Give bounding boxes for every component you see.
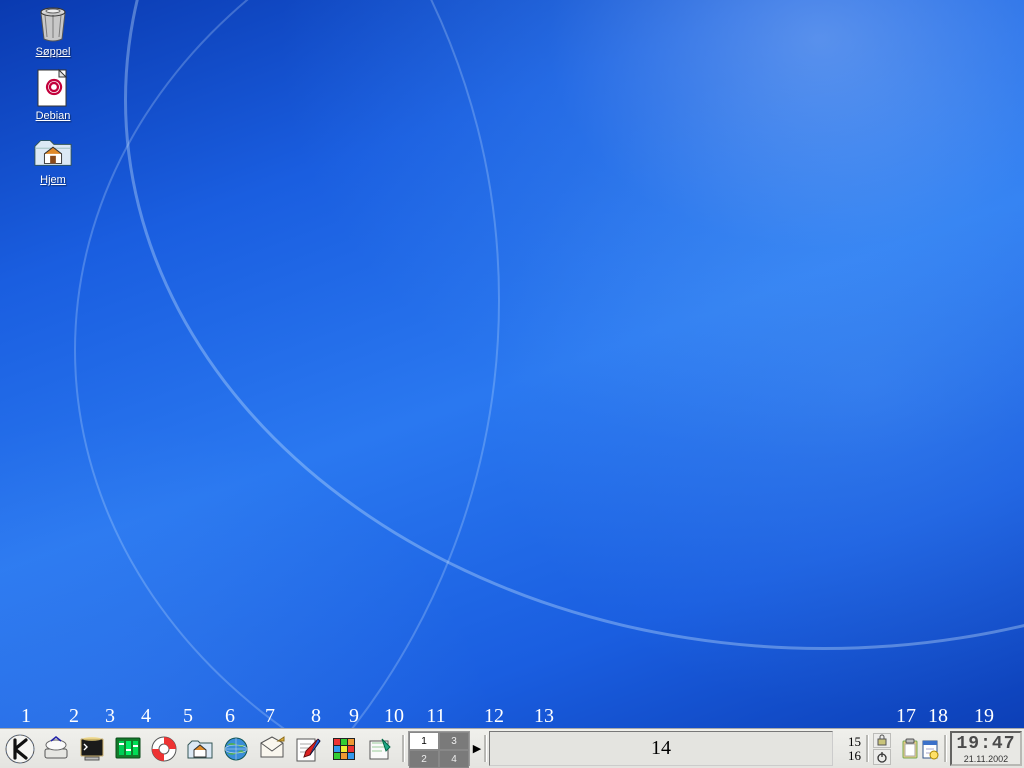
lock-logout-stack [873, 733, 891, 765]
control-center-icon [114, 735, 142, 763]
clock-applet[interactable]: 19:47 21.11.2002 [950, 731, 1022, 766]
logout-button[interactable] [873, 749, 891, 765]
calendar-icon [921, 738, 939, 760]
globe-icon [222, 735, 250, 763]
taskbar: 1 3 2 4 ▶ 14 15 16 [0, 728, 1024, 768]
terminal-icon [78, 735, 106, 763]
desktop-icon-label: Søppel [36, 46, 71, 58]
home-folder-button[interactable] [184, 733, 216, 765]
pager-cell-4[interactable]: 4 [439, 750, 469, 768]
launcher-row [0, 729, 400, 768]
tools-icon [366, 735, 394, 763]
annotation-number: 14 [651, 737, 671, 760]
help-button[interactable] [148, 733, 180, 765]
lifebuoy-icon [150, 735, 178, 763]
web-browser-button[interactable] [220, 733, 252, 765]
debian-icon [33, 68, 73, 108]
klipper-button[interactable] [901, 733, 919, 765]
trash-icon [33, 4, 73, 44]
desktop-icon-label: Debian [36, 110, 71, 122]
system-tray [870, 729, 942, 768]
korganizer-button[interactable] [921, 733, 939, 765]
k-menu-button[interactable] [4, 733, 36, 765]
home-folder-icon [186, 735, 214, 763]
kde-k-icon [5, 734, 35, 764]
control-center-button[interactable] [112, 733, 144, 765]
write-icon [294, 735, 322, 763]
annotation-numbers: 15 16 [834, 729, 864, 768]
desktop-pager: 1 3 2 4 [408, 731, 470, 766]
editor-button[interactable] [292, 733, 324, 765]
desktop-icon-debian[interactable]: Debian [18, 68, 88, 122]
lock-screen-button[interactable] [873, 733, 891, 749]
pager-cell-2[interactable]: 2 [409, 750, 439, 768]
terminal-button[interactable] [76, 733, 108, 765]
taskbar-separator [482, 729, 488, 768]
pager-arrow-button[interactable]: ▶ [472, 729, 482, 768]
tasklist-area[interactable]: 14 [489, 731, 833, 766]
games-button[interactable] [328, 733, 360, 765]
mail-button[interactable] [256, 733, 288, 765]
lock-icon [876, 734, 888, 746]
rubik-icon [331, 736, 357, 762]
clipboard-icon [901, 738, 919, 760]
desktop-icon-label: Hjem [40, 174, 66, 186]
desktop-icon-trash[interactable]: Søppel [18, 4, 88, 58]
home-folder-icon [33, 132, 73, 172]
power-icon [876, 751, 888, 763]
desktop-icon-home[interactable]: Hjem [18, 132, 88, 186]
desktop-wallpaper[interactable] [0, 0, 1024, 768]
clock-date: 21.11.2002 [964, 754, 1008, 764]
show-desktop-button[interactable] [40, 733, 72, 765]
pager-cell-1[interactable]: 1 [409, 732, 439, 750]
taskbar-separator [400, 729, 406, 768]
pager-cell-3[interactable]: 3 [439, 732, 469, 750]
mail-icon [258, 735, 286, 763]
clock-time: 19:47 [956, 734, 1015, 754]
desktop-icons: Søppel Debian Hjem [18, 4, 88, 186]
tools-button[interactable] [364, 733, 396, 765]
desktop-drive-icon [42, 735, 70, 763]
taskbar-separator [942, 729, 948, 768]
